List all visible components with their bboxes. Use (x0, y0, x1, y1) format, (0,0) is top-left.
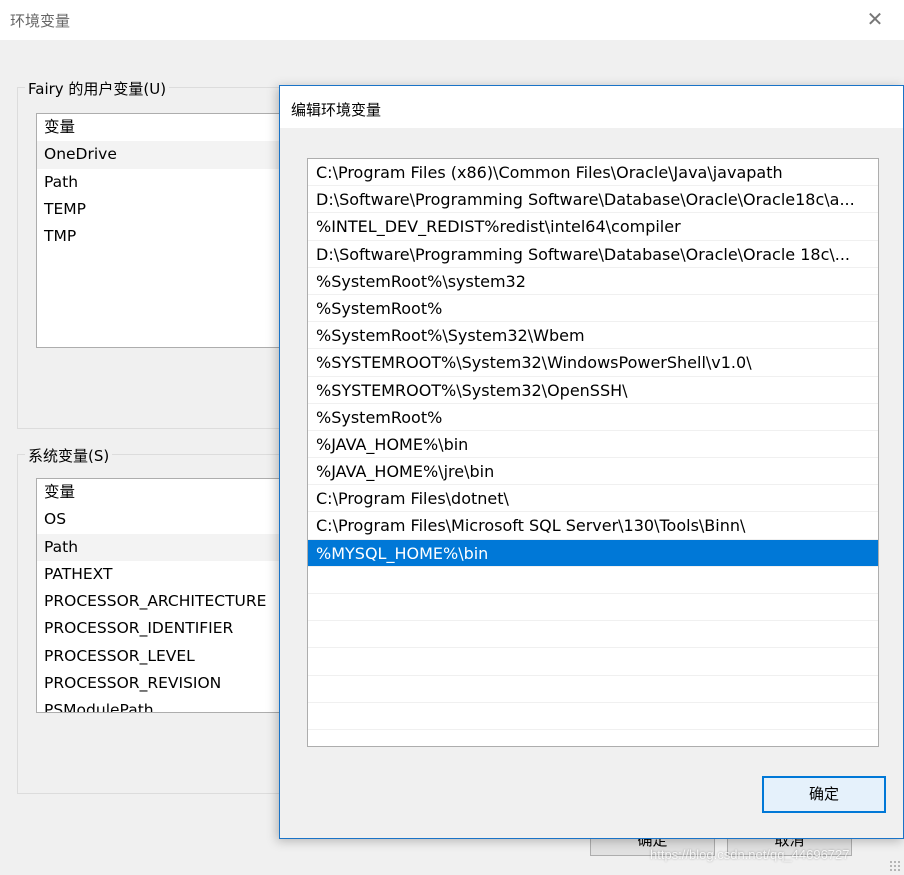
empty-path-row[interactable] (308, 703, 878, 730)
list-item[interactable]: Path (37, 533, 295, 561)
list-header-variable[interactable]: 变量 (37, 479, 295, 506)
path-entry[interactable]: C:\Program Files\dotnet\ (308, 485, 878, 513)
list-item[interactable]: PROCESSOR_LEVEL (37, 643, 295, 670)
dialog-title: 编辑环境变量 (291, 101, 382, 119)
user-variables-label: Fairy 的用户变量(U) (25, 78, 170, 99)
watermark: https://blog.csdn.net/qq_44696727 (650, 847, 850, 862)
path-entry[interactable]: %SystemRoot%\System32\Wbem (308, 322, 878, 350)
list-item[interactable]: PSModulePath (37, 697, 295, 712)
list-item[interactable]: Path (37, 169, 295, 196)
path-entry[interactable]: D:\Software\Programming Software\Databas… (308, 241, 878, 268)
title-bar: 环境变量 ✕ (0, 0, 904, 40)
path-entry[interactable]: %JAVA_HOME%\bin (308, 431, 878, 459)
path-entry[interactable]: %SystemRoot% (308, 404, 878, 431)
list-item[interactable]: PROCESSOR_ARCHITECTURE (37, 588, 295, 615)
path-entry[interactable]: %SystemRoot% (308, 295, 878, 323)
empty-path-row[interactable] (308, 594, 878, 622)
close-icon[interactable]: ✕ (862, 6, 888, 32)
empty-path-row[interactable] (308, 567, 878, 594)
path-entry[interactable]: %SYSTEMROOT%\System32\OpenSSH\ (308, 377, 878, 404)
path-entries-list[interactable]: C:\Program Files (x86)\Common Files\Orac… (307, 158, 879, 747)
window-title: 环境变量 (10, 12, 71, 30)
path-entry[interactable]: D:\Software\Programming Software\Databas… (308, 186, 878, 214)
path-entry[interactable]: C:\Program Files (x86)\Common Files\Orac… (308, 159, 878, 187)
list-item[interactable]: OS (37, 506, 295, 533)
list-item[interactable]: PROCESSOR_REVISION (37, 670, 295, 697)
list-item[interactable]: TEMP (37, 196, 295, 223)
dialog-title-bar: 编辑环境变量 (280, 86, 903, 128)
user-variables-list[interactable]: 变量 OneDrive Path TEMP TMP (36, 113, 296, 348)
list-item[interactable]: PROCESSOR_IDENTIFIER (37, 615, 295, 642)
ok-button[interactable]: 确定 (762, 776, 886, 813)
empty-path-row[interactable] (308, 621, 878, 649)
empty-path-row[interactable] (308, 676, 878, 703)
edit-environment-variable-dialog: 编辑环境变量 C:\Program Files (x86)\Common Fil… (279, 85, 904, 839)
empty-path-row[interactable] (308, 648, 878, 676)
path-entry[interactable]: %JAVA_HOME%\jre\bin (308, 458, 878, 486)
list-header-variable[interactable]: 变量 (37, 114, 295, 141)
system-variables-label: 系统变量(S) (25, 445, 113, 466)
path-entry[interactable]: %SYSTEMROOT%\System32\WindowsPowerShell\… (308, 349, 878, 377)
path-entry[interactable]: C:\Program Files\Microsoft SQL Server\13… (308, 512, 878, 540)
resize-grip-icon[interactable] (889, 860, 901, 872)
list-item[interactable]: TMP (37, 223, 295, 250)
system-variables-list[interactable]: 变量 OS Path PATHEXT PROCESSOR_ARCHITECTURE PR… (36, 478, 296, 713)
list-item[interactable]: OneDrive (37, 141, 295, 169)
list-item[interactable]: PATHEXT (37, 561, 295, 588)
path-entry[interactable]: %SystemRoot%\system32 (308, 268, 878, 295)
path-entry[interactable]: %MYSQL_HOME%\bin (308, 539, 878, 567)
path-entry[interactable]: %INTEL_DEV_REDIST%redist\intel64\compile… (308, 213, 878, 241)
